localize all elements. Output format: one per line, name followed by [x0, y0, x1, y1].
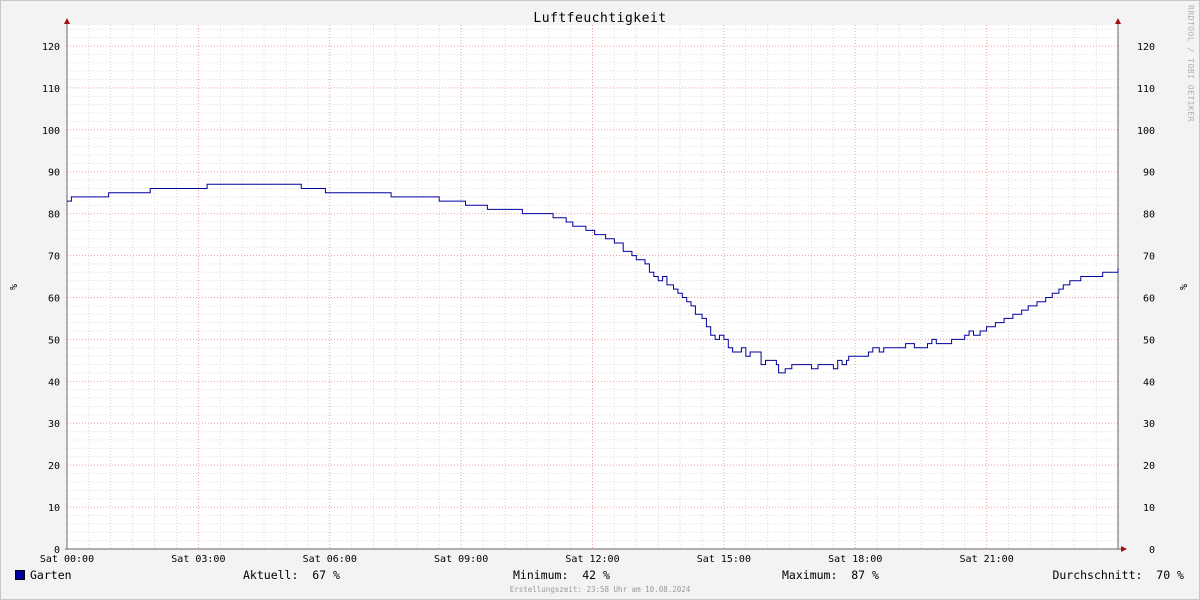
y-tick-label-left: 20 [48, 461, 60, 472]
x-tick-label: Sat 09:00 [434, 554, 488, 565]
x-tick-label: Sat 12:00 [565, 554, 619, 565]
y-tick-label-right: 10 [1143, 503, 1155, 514]
legend-series-name: Garten [30, 568, 72, 582]
y-tick-label-right: 60 [1143, 293, 1155, 304]
legend-minimum: Minimum: 42 % [513, 568, 610, 582]
y-tick-label-right: 40 [1143, 377, 1155, 388]
x-tick-label: Sat 03:00 [171, 554, 225, 565]
footer-timestamp: Erstellungszeit: 23:58 Uhr am 10.08.2024 [509, 585, 691, 594]
y-tick-label-right: 80 [1143, 210, 1155, 221]
x-tick-label: Sat 21:00 [960, 554, 1014, 565]
legend-average: Durchschnitt: 70 % [1052, 568, 1184, 582]
y-tick-label-right: 30 [1143, 419, 1155, 430]
y-tick-label-left: 100 [42, 126, 60, 137]
y-tick-label-left: 40 [48, 377, 60, 388]
y-axis-arrow-right [1115, 18, 1121, 24]
y-tick-label-right: 50 [1143, 335, 1155, 346]
y-tick-label-right: 0 [1149, 545, 1155, 556]
watermark: RRDTOOL / TOBI OETIKER [1186, 5, 1195, 122]
y-tick-label-left: 80 [48, 210, 60, 221]
y-tick-label-left: 120 [42, 42, 60, 53]
y-tick-label-right: 120 [1137, 42, 1155, 53]
y-tick-label-right: 20 [1143, 461, 1155, 472]
legend-current: Aktuell: 67 % [243, 568, 340, 582]
y-tick-label-right: 70 [1143, 252, 1155, 263]
y-tick-label-left: 60 [48, 293, 60, 304]
y-tick-label-left: 90 [48, 168, 60, 179]
x-tick-label: Sat 15:00 [697, 554, 751, 565]
legend: Garten Aktuell: 67 % Minimum: 42 % Maxim… [0, 568, 1200, 584]
y-axis-label-left: % [7, 284, 18, 290]
x-tick-label: Sat 00:00 [40, 554, 94, 565]
legend-maximum: Maximum: 87 % [782, 568, 879, 582]
y-tick-label-left: 50 [48, 335, 60, 346]
x-tick-label: Sat 18:00 [828, 554, 882, 565]
y-tick-label-left: 110 [42, 84, 60, 95]
y-tick-label-right: 90 [1143, 168, 1155, 179]
y-axis-arrow-left [64, 18, 70, 24]
y-axis-label-right: % [1177, 284, 1188, 290]
x-axis-arrow [1121, 546, 1127, 552]
legend-swatch [15, 570, 25, 580]
y-tick-label-left: 30 [48, 419, 60, 430]
x-tick-label: Sat 06:00 [303, 554, 357, 565]
y-tick-label-left: 70 [48, 252, 60, 263]
plot-area: 0 010 1020 2030 3040 4050 5060 6070 7080 8090 9010… [7, 18, 1188, 565]
y-tick-label-right: 110 [1137, 84, 1155, 95]
y-tick-label-right: 100 [1137, 126, 1155, 137]
y-tick-label-left: 10 [48, 503, 60, 514]
